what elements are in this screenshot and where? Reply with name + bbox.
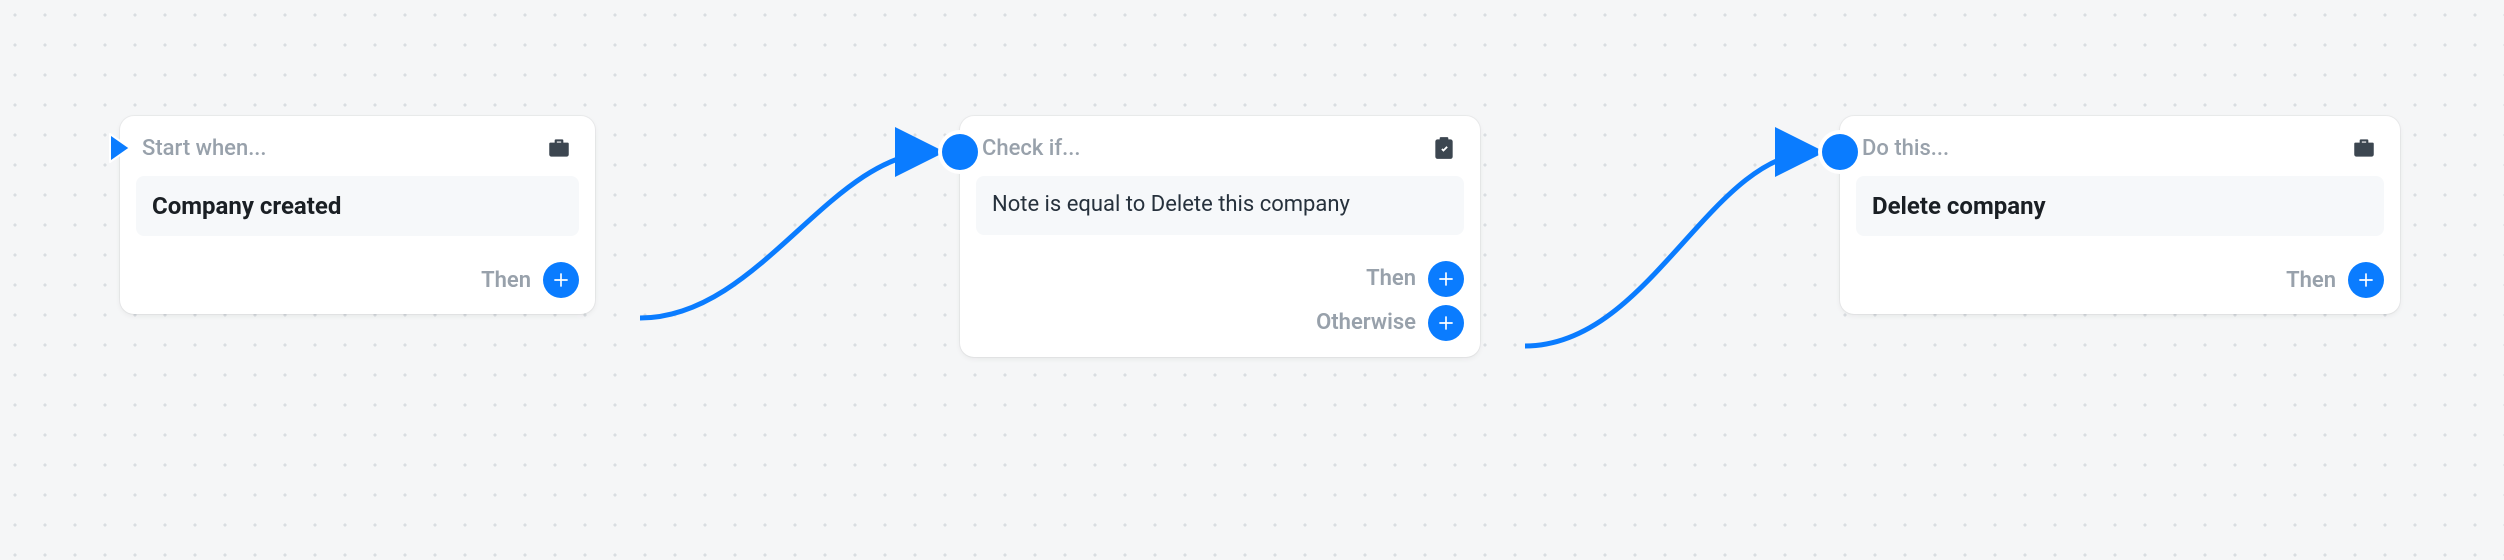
card-actions: Then — [1840, 250, 2400, 314]
condition-card[interactable]: Check if... Note is equal to Delete this… — [960, 116, 1480, 357]
card-header-label: Start when... — [142, 136, 267, 161]
action-card[interactable]: Do this... Delete company Then — [1840, 116, 2400, 314]
action-row-then: Then — [1856, 254, 2384, 298]
workflow-canvas[interactable]: Start when... Company created Then Check… — [0, 0, 2504, 560]
action-label: Then — [481, 268, 531, 293]
briefcase-icon — [545, 134, 573, 162]
add-step-button[interactable] — [1428, 261, 1464, 297]
add-step-button[interactable] — [2348, 262, 2384, 298]
action-label: Then — [1366, 266, 1416, 291]
trigger-card[interactable]: Start when... Company created Then — [120, 116, 595, 314]
action-label: Then — [2286, 268, 2336, 293]
node-entry-dot — [942, 134, 978, 170]
node-entry-dot — [1822, 134, 1858, 170]
clipboard-check-icon — [1430, 134, 1458, 162]
action-row-then: Then — [136, 254, 579, 298]
action-row-otherwise: Otherwise — [976, 297, 1464, 341]
card-content: Note is equal to Delete this company — [976, 176, 1464, 235]
card-header-label: Do this... — [1862, 136, 1949, 161]
card-content-text: Delete company — [1872, 190, 2368, 222]
card-header: Do this... — [1840, 116, 2400, 170]
card-content: Company created — [136, 176, 579, 236]
play-start-icon — [106, 132, 134, 164]
card-actions: Then Otherwise — [960, 249, 1480, 357]
add-step-button[interactable] — [543, 262, 579, 298]
card-content-text: Company created — [152, 190, 563, 222]
card-header-label: Check if... — [982, 136, 1081, 161]
card-content-text: Note is equal to Delete this company — [992, 190, 1448, 221]
connector-1-2 — [640, 152, 935, 318]
briefcase-icon — [2350, 134, 2378, 162]
card-content: Delete company — [1856, 176, 2384, 236]
card-header: Check if... — [960, 116, 1480, 170]
add-step-button[interactable] — [1428, 305, 1464, 341]
action-row-then: Then — [976, 253, 1464, 297]
card-header: Start when... — [120, 116, 595, 170]
action-label: Otherwise — [1316, 310, 1416, 335]
card-actions: Then — [120, 250, 595, 314]
connector-2-3 — [1525, 152, 1815, 346]
